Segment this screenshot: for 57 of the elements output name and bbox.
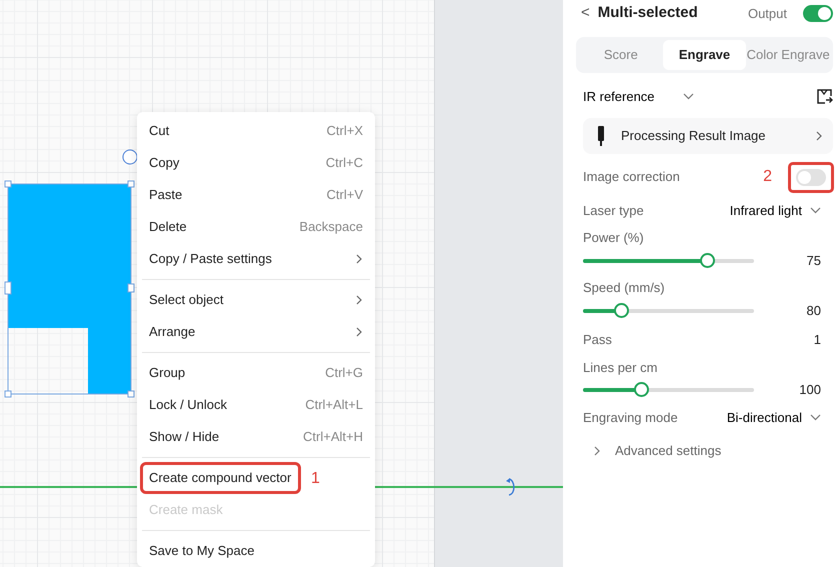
shortcut-text: Backspace — [299, 218, 363, 236]
tab[interactable]: Engrave — [662, 40, 746, 70]
menu-item[interactable]: Copy / Paste settings — [137, 243, 375, 275]
setting-label: Pass — [583, 331, 612, 349]
menu-item[interactable]: Lock / Unlock Ctrl+Alt+L — [137, 389, 375, 421]
slider-track[interactable] — [583, 252, 754, 268]
value-text: 1 — [814, 331, 821, 349]
select-dropdown[interactable]: Bi-directional — [726, 408, 821, 427]
toggle-switch[interactable] — [796, 168, 826, 186]
caret-icon — [810, 206, 821, 214]
value-text: 80 — [806, 302, 821, 320]
menu-item[interactable]: Select object — [137, 284, 375, 316]
annotation-number: 1 — [311, 469, 320, 489]
menu-item[interactable]: Cut Ctrl+X — [137, 115, 375, 147]
shortcut-text: Ctrl+X — [326, 122, 363, 140]
setting-label: Image correction — [583, 168, 680, 186]
result-label: Processing Result Image — [621, 126, 766, 145]
setting-label: Speed (mm/s) — [583, 279, 666, 297]
select-dropdown[interactable]: Infrared light — [730, 200, 821, 220]
shortcut-text: Ctrl+C — [326, 154, 363, 172]
menu-item[interactable]: Create compound vector 1 — [137, 462, 375, 494]
slider-thumb[interactable] — [614, 302, 630, 318]
shortcut-text: Ctrl+Alt+L — [305, 396, 363, 414]
back-button[interactable]: < — [581, 2, 590, 25]
caret-icon — [810, 414, 821, 421]
menu-item[interactable]: Save to My Space — [137, 535, 375, 567]
shortcut-text: Ctrl+G — [325, 364, 363, 382]
output-label: Output — [748, 4, 787, 23]
laser-head-icon — [597, 126, 605, 146]
setting-label: Lines per cm — [583, 358, 658, 377]
shortcut-text: Ctrl+Alt+H — [303, 428, 363, 446]
setting-label: Engraving mode — [583, 408, 678, 427]
slider-track[interactable] — [583, 302, 754, 318]
chevron-icon — [593, 446, 601, 456]
menu-item[interactable]: Copy Ctrl+C — [137, 147, 375, 179]
shortcut-text: Ctrl+V — [326, 186, 363, 204]
setting-label: Laser type — [583, 202, 644, 220]
panel-title: Multi-selected — [598, 3, 698, 24]
slider-thumb[interactable] — [634, 382, 650, 398]
setting-label: Power (%) — [583, 229, 645, 247]
toggle-switch[interactable] — [803, 5, 833, 22]
value-text: 75 — [806, 252, 821, 270]
menu-item[interactable]: Paste Ctrl+V — [137, 179, 375, 211]
advanced-settings-toggle[interactable]: Advanced settings — [593, 441, 722, 460]
value-text: 100 — [799, 381, 821, 399]
export-icon[interactable] — [816, 88, 833, 105]
menu-item[interactable]: Group Ctrl+G — [137, 357, 375, 389]
result-card[interactable]: Processing Result Image — [583, 118, 833, 154]
menu-item[interactable]: Show / Hide Ctrl+Alt+H — [137, 421, 375, 453]
chevron-icon — [815, 130, 823, 140]
slider-thumb[interactable] — [700, 252, 715, 268]
menu-item[interactable]: Delete Backspace — [137, 211, 375, 243]
caret-icon — [682, 93, 694, 100]
menu-item[interactable]: Arrange — [137, 316, 375, 348]
annotation-number: 2 — [763, 167, 772, 187]
slider-track[interactable] — [583, 382, 754, 398]
reference-dropdown[interactable]: IR reference — [583, 86, 694, 106]
